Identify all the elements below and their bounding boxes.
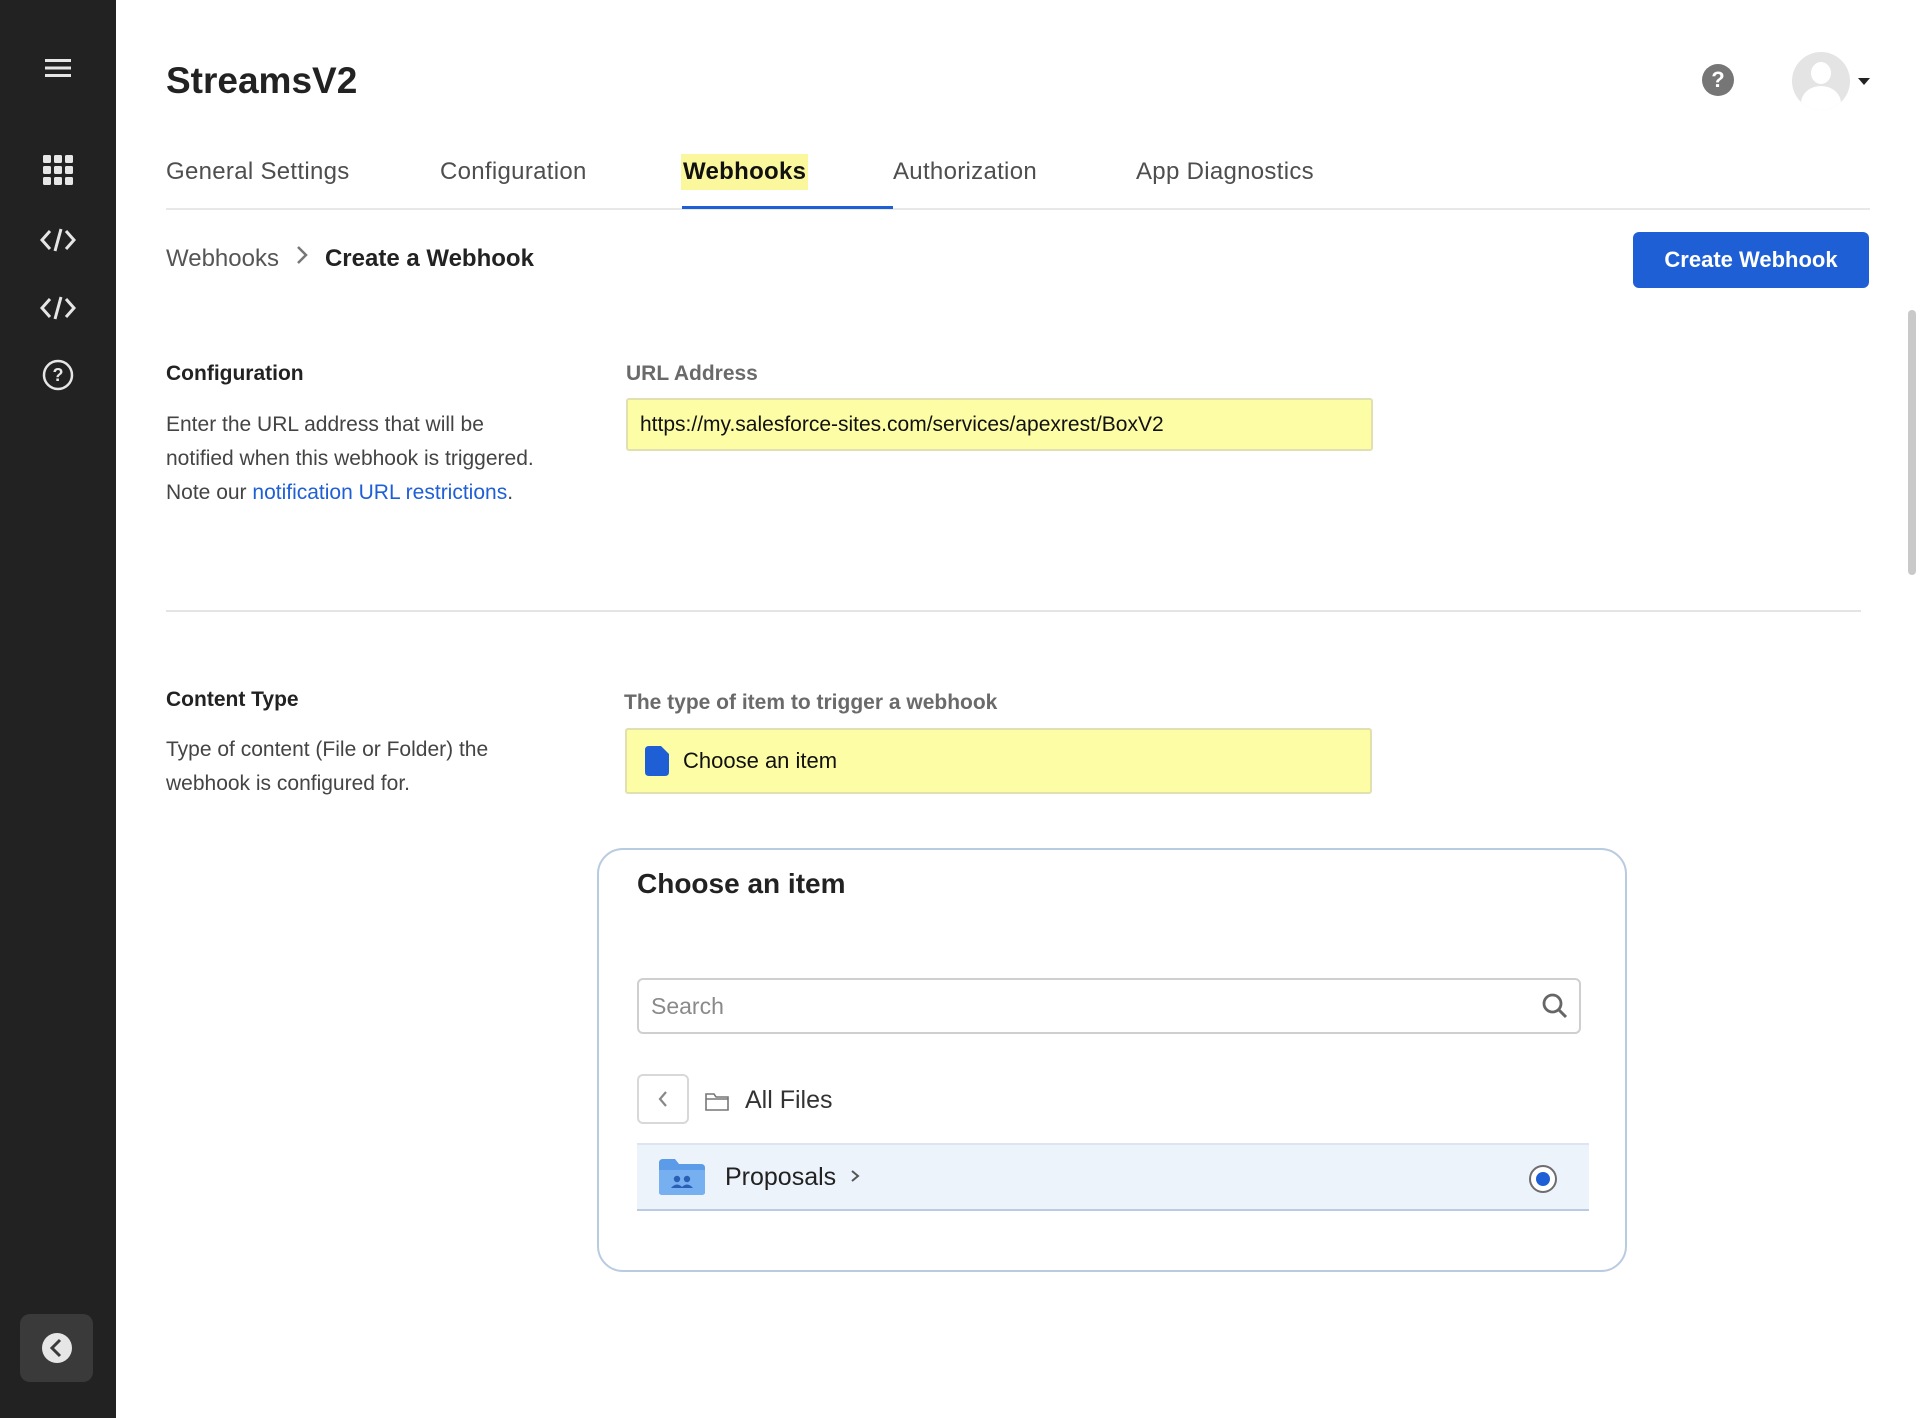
breadcrumb-current: Create a Webhook <box>324 244 534 272</box>
help-circle-icon[interactable]: ? <box>0 345 116 405</box>
create-webhook-button[interactable]: Create Webhook <box>1633 232 1869 288</box>
configuration-description: Enter the URL address that will be notif… <box>166 408 546 510</box>
tab-label: General Settings <box>166 158 350 185</box>
tab-label: App Diagnostics <box>1136 158 1314 185</box>
tab-app-diagnostics[interactable]: App Diagnostics <box>1136 136 1314 208</box>
url-address-label: URL Address <box>626 362 758 385</box>
chevron-right-icon <box>295 244 309 273</box>
tab-webhooks[interactable]: Webhooks <box>681 136 809 208</box>
search-input[interactable] <box>639 980 1519 1032</box>
content-type-heading: Content Type <box>166 688 299 711</box>
dialog-title: Choose an item <box>637 868 846 899</box>
shared-folder-icon <box>659 1159 705 1195</box>
user-menu[interactable] <box>1792 52 1870 110</box>
folder-outline-icon <box>705 1092 729 1111</box>
help-icon[interactable]: ? <box>1702 64 1734 96</box>
tab-configuration[interactable]: Configuration <box>440 136 587 208</box>
breadcrumb: Webhooks Create a Webhook <box>166 244 534 273</box>
collapse-sidebar-button[interactable] <box>20 1314 93 1382</box>
current-folder: All Files <box>705 1086 833 1115</box>
tab-bar: General Settings Configuration Webhooks … <box>166 136 1870 210</box>
choose-item-select[interactable]: Choose an item <box>625 728 1372 794</box>
active-tab-indicator <box>682 206 893 209</box>
app-title: StreamsV2 <box>166 60 358 101</box>
configuration-heading: Configuration <box>166 362 304 385</box>
item-name: Proposals <box>725 1162 837 1191</box>
tab-label: Webhooks <box>681 154 809 190</box>
url-address-input[interactable] <box>626 398 1373 451</box>
item-radio-selected[interactable] <box>1529 1165 1557 1193</box>
section-divider <box>166 610 1861 612</box>
back-button[interactable] <box>637 1074 689 1124</box>
hamburger-menu-icon[interactable] <box>0 38 116 98</box>
item-picker-dialog: Choose an item All Files Proposals <box>597 848 1627 1272</box>
breadcrumb-webhooks[interactable]: Webhooks <box>166 245 279 273</box>
search-box <box>637 978 1581 1034</box>
choose-item-value: Choose an item <box>683 748 838 773</box>
list-item[interactable]: Proposals <box>637 1143 1589 1211</box>
tab-label: Configuration <box>440 158 587 185</box>
content-type-label: The type of item to trigger a webhook <box>624 691 998 714</box>
chevron-right-icon[interactable] <box>850 1167 860 1188</box>
chevron-left-icon <box>658 1091 667 1107</box>
content-type-description: Type of content (File or Folder) the web… <box>166 738 489 795</box>
description-text: . <box>507 481 514 504</box>
current-folder-name: All Files <box>745 1086 833 1114</box>
tab-authorization[interactable]: Authorization <box>893 136 1037 208</box>
file-icon <box>645 746 669 776</box>
avatar <box>1792 52 1850 110</box>
tab-general-settings[interactable]: General Settings <box>166 136 350 208</box>
notification-url-restrictions-link[interactable]: notification URL restrictions <box>252 481 507 504</box>
chevron-down-icon <box>1858 77 1870 85</box>
left-sidebar: ? <box>0 0 116 1418</box>
code-icon[interactable] <box>0 278 116 338</box>
tab-label: Authorization <box>893 158 1037 185</box>
collapse-chevron-icon <box>41 1333 72 1363</box>
svg-text:?: ? <box>53 365 64 385</box>
apps-grid-icon[interactable] <box>0 140 116 200</box>
page-scrollbar[interactable] <box>1908 310 1916 575</box>
search-icon[interactable] <box>1541 992 1569 1020</box>
code-icon[interactable] <box>0 210 116 270</box>
